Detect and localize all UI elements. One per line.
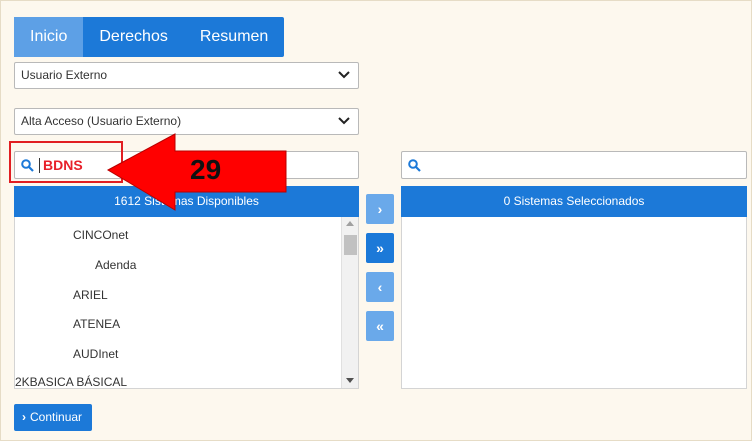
- selected-list[interactable]: [401, 217, 747, 389]
- chevron-down-icon: [338, 117, 350, 125]
- selected-header: 0 Sistemas Seleccionados: [401, 186, 747, 217]
- list-item[interactable]: Adenda: [95, 258, 136, 272]
- list-item[interactable]: AUDInet: [73, 347, 118, 361]
- tab-derechos[interactable]: Derechos: [83, 17, 183, 57]
- move-right-button[interactable]: ›: [366, 194, 394, 224]
- continue-button[interactable]: › Continuar: [14, 404, 93, 431]
- chevron-down-icon: [338, 71, 350, 79]
- move-left-button[interactable]: ‹: [366, 272, 394, 302]
- move-all-right-button[interactable]: »: [366, 233, 394, 263]
- list-item[interactable]: 2KBASICA BÁSICAL: [15, 375, 127, 388]
- chevron-right-icon: ›: [22, 410, 26, 424]
- scroll-up-icon[interactable]: [346, 221, 354, 226]
- user-type-select[interactable]: Usuario Externo: [14, 62, 359, 89]
- access-type-value: Alta Acceso (Usuario Externo): [21, 114, 182, 128]
- tab-bar: Inicio Derechos Resumen: [14, 17, 285, 57]
- annotation-number: 29: [190, 154, 222, 185]
- scrollbar[interactable]: [341, 217, 358, 388]
- move-all-left-button[interactable]: «: [366, 311, 394, 341]
- access-type-select[interactable]: Alta Acceso (Usuario Externo): [14, 108, 359, 135]
- list-item[interactable]: CINCOnet: [73, 228, 128, 242]
- continue-label: Continuar: [30, 410, 83, 424]
- scroll-thumb[interactable]: [344, 235, 357, 255]
- selected-search-input[interactable]: [401, 151, 747, 179]
- list-item[interactable]: ARIEL: [73, 288, 108, 302]
- tab-resumen[interactable]: Resumen: [184, 17, 284, 57]
- available-list[interactable]: CINCOnet Adenda ARIEL ATENEA AUDInet 2KB…: [14, 217, 359, 389]
- scroll-down-icon[interactable]: [346, 378, 354, 383]
- user-type-value: Usuario Externo: [21, 68, 108, 82]
- search-icon: [408, 159, 421, 172]
- list-item[interactable]: ATENEA: [73, 317, 120, 331]
- tab-inicio[interactable]: Inicio: [14, 17, 84, 57]
